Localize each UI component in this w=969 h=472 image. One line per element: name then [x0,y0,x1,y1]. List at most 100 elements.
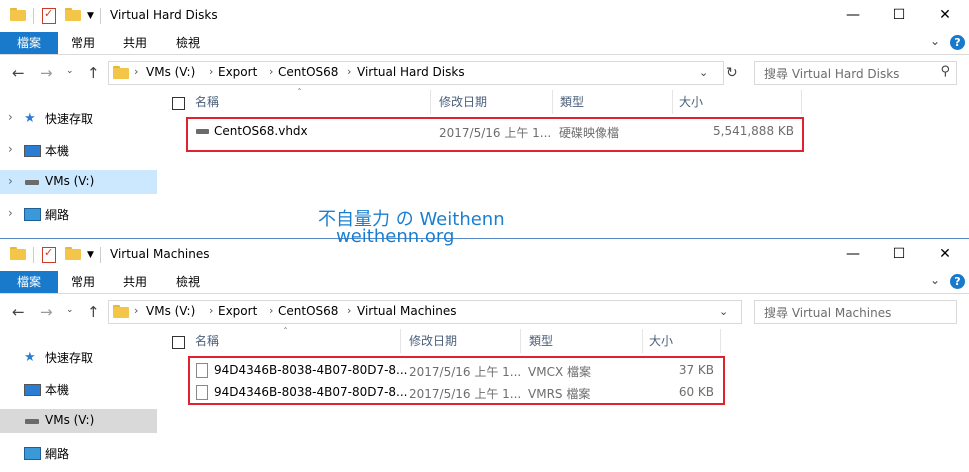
close-button[interactable]: ✕ [922,0,968,30]
breadcrumb-export[interactable]: Export [218,65,257,79]
nav-label: VMs (V:) [45,413,95,427]
new-folder-icon[interactable] [65,247,81,260]
tab-file[interactable]: 檔案 [0,32,58,54]
expand-ribbon-icon[interactable]: ⌄ [930,34,940,48]
maximize-button[interactable]: ☐ [876,239,922,269]
breadcrumb-current[interactable]: Virtual Hard Disks [357,65,465,79]
nav-label: 快速存取 [45,112,94,126]
nav-item-network[interactable]: 網路 [0,441,157,465]
refresh-icon[interactable]: ↻ [726,65,738,81]
network-icon [24,208,41,221]
computer-icon [24,384,41,396]
properties-icon[interactable] [42,7,56,24]
back-arrow-icon[interactable]: ← [12,303,25,321]
column-header-size[interactable]: 大小 [649,329,673,353]
column-header-name[interactable]: 名稱 [195,329,219,353]
column-divider[interactable] [801,90,802,114]
help-icon[interactable]: ? [950,274,965,289]
network-icon [24,447,41,460]
nav-label: 本機 [45,144,70,158]
chevron-right-icon[interactable]: › [8,110,13,124]
back-arrow-icon[interactable]: ← [12,64,25,82]
breadcrumb-centos68[interactable]: CentOS68 [278,65,338,79]
tab-view[interactable]: 檢視 [165,271,211,293]
column-divider[interactable] [400,329,401,353]
nav-item-this-pc[interactable]: › 本機 [0,138,157,162]
column-header-type[interactable]: 類型 [560,90,584,114]
star-icon: ★ [24,350,36,365]
close-button[interactable]: ✕ [922,239,968,269]
column-header-type[interactable]: 類型 [529,329,553,353]
breadcrumb-drive[interactable]: VMs (V:) [146,65,195,79]
tab-home[interactable]: 常用 [60,32,106,54]
address-bar[interactable]: › VMs (V:) › Export › CentOS68 › Virtual… [108,61,738,85]
nav-item-quick-access[interactable]: › ★ 快速存取 [0,106,157,130]
forward-arrow-icon[interactable]: → [40,64,53,82]
address-dropdown-icon[interactable]: ⌄ [699,66,708,79]
expand-ribbon-icon[interactable]: ⌄ [930,273,940,287]
minimize-button[interactable]: — [830,0,876,30]
maximize-icon: ☐ [892,7,906,23]
computer-icon [24,145,41,157]
nav-item-network[interactable]: › 網路 [0,202,157,226]
navigation-bar: ← → ⌄ ↑ › VMs (V:) › Export › CentOS68 ›… [0,295,969,329]
search-icon[interactable]: ⚲ [940,64,950,79]
chevron-right-icon[interactable]: › [8,174,13,188]
help-icon[interactable]: ? [950,35,965,50]
nav-label: 快速存取 [45,351,94,365]
quick-access-toolbar-dropdown[interactable]: ▼ [87,250,94,260]
nav-item-vms-drive[interactable]: VMs (V:) [0,409,157,433]
column-header-size[interactable]: 大小 [679,90,703,114]
tab-view[interactable]: 檢視 [165,32,211,54]
column-header-modified[interactable]: 修改日期 [409,329,457,353]
minimize-icon: — [846,246,860,262]
new-folder-icon[interactable] [65,8,81,21]
column-divider[interactable] [720,329,721,353]
nav-item-vms-drive[interactable]: › VMs (V:) [0,170,157,194]
column-divider[interactable] [672,90,673,114]
tab-file[interactable]: 檔案 [0,271,58,293]
tab-home[interactable]: 常用 [60,271,106,293]
tab-share[interactable]: 共用 [112,32,158,54]
recent-locations-dropdown[interactable]: ⌄ [66,66,74,76]
recent-locations-dropdown[interactable]: ⌄ [66,305,74,315]
search-input[interactable]: 搜尋 Virtual Machines [764,304,891,321]
up-arrow-icon[interactable]: ↑ [87,303,100,321]
minimize-icon: — [846,7,860,23]
chevron-right-icon[interactable]: › [8,142,13,156]
tab-share[interactable]: 共用 [112,271,158,293]
breadcrumb-centos68[interactable]: CentOS68 [278,304,338,318]
breadcrumb-drive[interactable]: VMs (V:) [146,304,195,318]
highlight-box [188,356,725,405]
chevron-right-icon: › [134,304,139,317]
search-box[interactable]: 搜尋 Virtual Hard Disks ⚲ [754,61,957,85]
column-divider[interactable] [552,90,553,114]
nav-item-this-pc[interactable]: 本機 [0,377,157,401]
nav-item-quick-access[interactable]: ★ 快速存取 [0,345,157,369]
forward-arrow-icon[interactable]: → [40,303,53,321]
up-arrow-icon[interactable]: ↑ [87,64,100,82]
search-input[interactable]: 搜尋 Virtual Hard Disks [764,65,899,82]
address-dropdown-icon[interactable]: ⌄ [719,305,728,318]
column-header-modified[interactable]: 修改日期 [439,90,487,114]
column-divider[interactable] [430,90,431,114]
close-icon: ✕ [939,246,951,262]
nav-label: 網路 [45,447,70,461]
minimize-button[interactable]: — [830,239,876,269]
select-all-checkbox[interactable] [172,97,185,110]
quick-access-toolbar-dropdown[interactable]: ▼ [87,11,94,21]
maximize-button[interactable]: ☐ [876,0,922,30]
sort-ascending-icon: ˆ [283,327,288,338]
breadcrumb-export[interactable]: Export [218,304,257,318]
select-all-checkbox[interactable] [172,336,185,349]
search-box[interactable]: 搜尋 Virtual Machines [754,300,957,324]
properties-icon[interactable] [42,246,56,263]
close-icon: ✕ [939,7,951,23]
address-bar[interactable]: › VMs (V:) › Export › CentOS68 › Virtual… [108,300,742,324]
column-divider[interactable] [520,329,521,353]
chevron-right-icon[interactable]: › [8,206,13,220]
column-divider[interactable] [642,329,643,353]
column-header-name[interactable]: 名稱 [195,90,219,114]
folder-icon [113,305,129,318]
breadcrumb-current[interactable]: Virtual Machines [357,304,457,318]
